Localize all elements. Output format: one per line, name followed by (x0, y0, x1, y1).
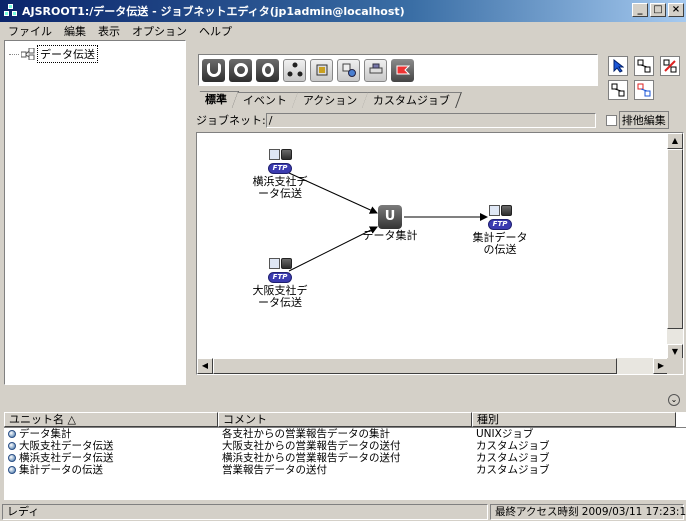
connect-tool-icon[interactable] (634, 56, 654, 76)
menu-options[interactable]: オプション (126, 23, 193, 39)
collapse-icon[interactable]: ⌄ (668, 394, 680, 406)
unit-icon (8, 466, 16, 474)
status-bar: レディ 最終アクセス時刻 2009/03/11 17:23:10 (0, 503, 686, 521)
node-label: データ集計 (362, 229, 418, 242)
node-label: の伝送 (483, 243, 517, 256)
node-aggregate[interactable]: U データ集計 (357, 205, 423, 242)
unix-job-icon: U (378, 205, 402, 229)
icon-palette (198, 54, 598, 86)
horizontal-scroll-thumb[interactable] (213, 358, 617, 374)
horizontal-splitter[interactable]: ⌄ (0, 390, 686, 410)
exclusive-edit-checkbox[interactable]: 排他編集 (605, 111, 669, 129)
custom-job-icon: FTP (267, 149, 293, 175)
unix-job-icon[interactable] (202, 58, 225, 82)
menu-edit[interactable]: 編集 (58, 23, 92, 39)
unit-list: ユニット名 △ コメント 種別 データ集計 各支社からの営業報告データの集計 U… (4, 412, 686, 500)
window-title: AJSROOT1:/データ伝送 - ジョブネットエディタ(jp1admin@lo… (22, 5, 405, 18)
node-yokohama[interactable]: FTP 横浜支社デ ータ伝送 (247, 149, 313, 200)
maximize-button[interactable]: □ (650, 3, 666, 17)
tree-node-root[interactable]: データ伝送 (9, 45, 98, 63)
custom-job-icon: FTP (267, 258, 293, 284)
list-item[interactable]: 集計データの伝送 営業報告データの送付 カスタムジョブ (4, 464, 686, 476)
node-osaka[interactable]: FTP 大阪支社デ ータ伝送 (247, 258, 313, 309)
title-bar: AJSROOT1:/データ伝送 - ジョブネットエディタ(jp1admin@lo… (0, 0, 686, 22)
app-icon (4, 4, 18, 18)
column-comment[interactable]: コメント (218, 412, 472, 427)
queue-job-icon[interactable] (256, 58, 279, 82)
custom-flag-icon[interactable] (391, 58, 414, 82)
jobnet-path-field[interactable]: / (265, 112, 596, 128)
event-icon[interactable] (337, 58, 360, 82)
column-type[interactable]: 種別 (472, 412, 676, 427)
unit-tree[interactable]: データ伝送 (4, 40, 186, 385)
tab-action[interactable]: アクション (292, 92, 370, 108)
custom-job-icon: FTP (487, 205, 513, 231)
unit-icon (8, 442, 16, 450)
close-button[interactable]: × (668, 3, 684, 17)
relation-tool-icon[interactable] (608, 80, 628, 100)
jobnet-map-canvas[interactable]: FTP 横浜支社デ ータ伝送 FTP 大阪支社デ ータ伝送 U データ集計 FT… (196, 132, 684, 375)
tab-custom-job[interactable]: カスタムジョブ (362, 92, 463, 108)
horizontal-scrollbar[interactable]: ◀ ▶ (197, 358, 669, 374)
tab-event[interactable]: イベント (232, 92, 299, 108)
jobnet-icon (21, 48, 35, 60)
jobnet-label: ジョブネット: (196, 114, 266, 127)
recovery-relation-tool-icon[interactable] (634, 80, 654, 100)
column-unit-name[interactable]: ユニット名 △ (4, 412, 218, 427)
unit-icon (8, 430, 16, 438)
menu-file[interactable]: ファイル (2, 23, 58, 39)
jobnet-icon[interactable] (283, 58, 306, 82)
pc-job-icon[interactable] (229, 58, 252, 82)
list-item[interactable]: 横浜支社データ伝送 横浜支社からの営業報告データの送付 カスタムジョブ (4, 452, 686, 464)
tree-node-label[interactable]: データ伝送 (37, 45, 98, 63)
scroll-up-icon[interactable]: ▲ (667, 133, 683, 149)
disconnect-tool-icon[interactable] (660, 56, 680, 76)
action-icon[interactable] (364, 58, 387, 82)
scroll-corner (667, 358, 683, 374)
list-item[interactable]: 大阪支社データ伝送 大阪支社からの営業報告データの送付 カスタムジョブ (4, 440, 686, 452)
judgment-job-icon[interactable] (310, 58, 333, 82)
vertical-scrollbar[interactable]: ▲ ▼ (667, 133, 683, 360)
exclusive-edit-label: 排他編集 (618, 111, 669, 129)
list-header: ユニット名 △ コメント 種別 (4, 412, 686, 428)
minimize-button[interactable]: _ (632, 3, 648, 17)
checkbox-box[interactable] (605, 114, 617, 126)
palette-tabs: 標準 イベント アクション カスタムジョブ (193, 90, 463, 108)
vertical-scroll-thumb[interactable] (667, 149, 683, 329)
scroll-left-icon[interactable]: ◀ (197, 358, 213, 374)
editor-area: 標準 イベント アクション カスタムジョブ ジョブネット: / 排他編集 FTP… (193, 40, 686, 390)
node-label: ータ伝送 (258, 296, 302, 309)
select-tool-icon[interactable] (608, 56, 628, 76)
menu-help[interactable]: ヘルプ (193, 23, 238, 39)
node-transfer[interactable]: FTP 集計データ の伝送 (467, 205, 533, 256)
menu-view[interactable]: 表示 (92, 23, 126, 39)
vertical-splitter[interactable] (186, 40, 194, 385)
list-item[interactable]: データ集計 各支社からの営業報告データの集計 UNIXジョブ (4, 428, 686, 440)
unit-icon (8, 454, 16, 462)
last-access-time: 最終アクセス時刻 2009/03/11 17:23:10 (490, 504, 686, 520)
jobnet-row: ジョブネット: / 排他編集 (196, 111, 684, 129)
menu-bar: ファイル 編集 表示 オプション ヘルプ (0, 22, 686, 40)
status-text: レディ (2, 504, 488, 520)
tree-connector (9, 53, 19, 55)
node-label: ータ伝送 (258, 187, 302, 200)
